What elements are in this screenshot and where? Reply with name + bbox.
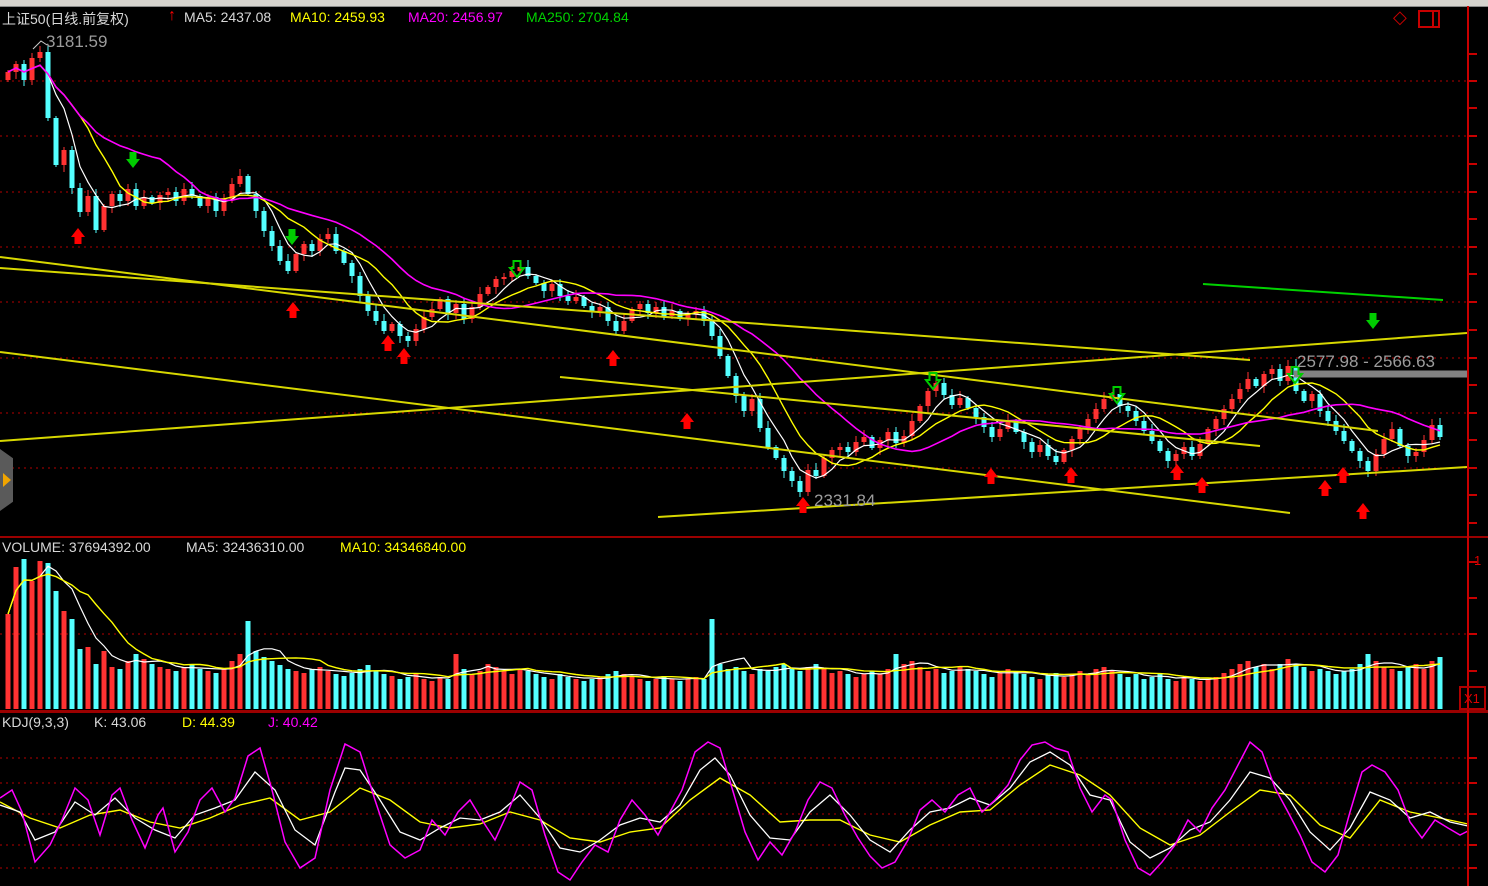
split-window-icon-divider [1432,12,1434,26]
kdj-j-label: J: 40.42 [268,714,318,730]
volume-ma5-label: MA5: 32436310.00 [186,539,304,555]
chart-canvas[interactable] [0,0,1488,886]
volume-axis-scale-label: 1 [1474,553,1481,568]
peak-price-label: 3181.59 [46,32,107,52]
up-arrow-icon: ↑ [168,7,176,25]
volume-ma10-label: MA10: 34346840.00 [340,539,466,555]
trough-price-label: 2331.84 [814,491,875,511]
split-window-icon[interactable] [1418,10,1440,28]
ma250-value-label: MA250: 2704.84 [526,9,629,25]
ma10-value-label: MA10: 2459.93 [290,9,385,25]
kdj-name-label: KDJ(9,3,3) [2,714,69,730]
volume-unit-badge: X1 [1459,686,1486,710]
ma5-value-label: MA5: 2437.08 [184,9,271,25]
kdj-d-label: D: 44.39 [182,714,235,730]
expand-arrow-icon [3,473,11,487]
trading-terminal: 上证50(日线.前复权) ↑ MA5: 2437.08 MA10: 2459.9… [0,0,1488,886]
diamond-marker-icon[interactable]: ◇ [1393,8,1407,26]
kdj-k-label: K: 43.06 [94,714,146,730]
volume-value-label: VOLUME: 37694392.00 [2,539,151,555]
symbol-title: 上证50(日线.前复权) [2,9,129,29]
sidebar-expand-handle[interactable] [0,449,13,511]
range-price-label: 2577.98 - 2566.63 [1297,352,1435,372]
ma20-value-label: MA20: 2456.97 [408,9,503,25]
